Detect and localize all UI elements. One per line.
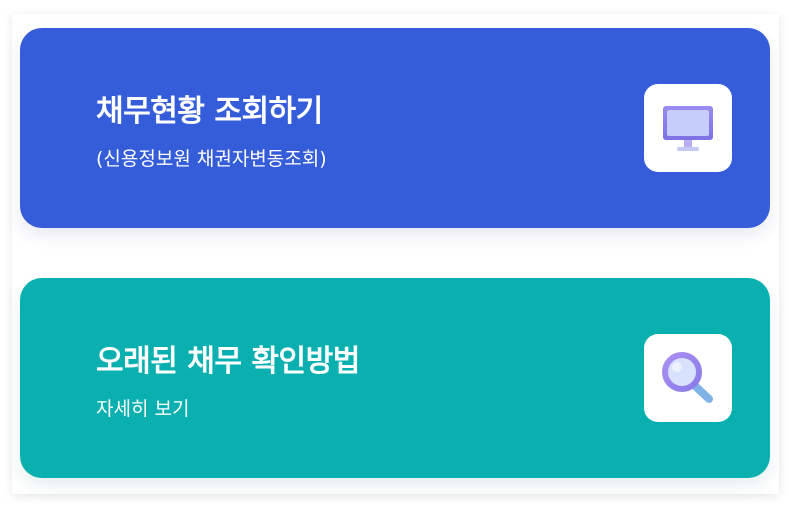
card-subtitle: (신용정보원 채권자변동조회) bbox=[96, 148, 327, 170]
monitor-icon bbox=[644, 84, 732, 172]
debt-status-card[interactable]: 채무현황 조회하기 (신용정보원 채권자변동조회) bbox=[20, 28, 770, 228]
card-title: 오래된 채무 확인방법 bbox=[96, 344, 360, 379]
old-debt-guide-card[interactable]: 오래된 채무 확인방법 자세히 보기 bbox=[20, 278, 770, 478]
magnifier-icon bbox=[644, 334, 732, 422]
card-title: 채무현황 조회하기 bbox=[96, 94, 323, 129]
card-subtitle: 자세히 보기 bbox=[96, 398, 190, 420]
